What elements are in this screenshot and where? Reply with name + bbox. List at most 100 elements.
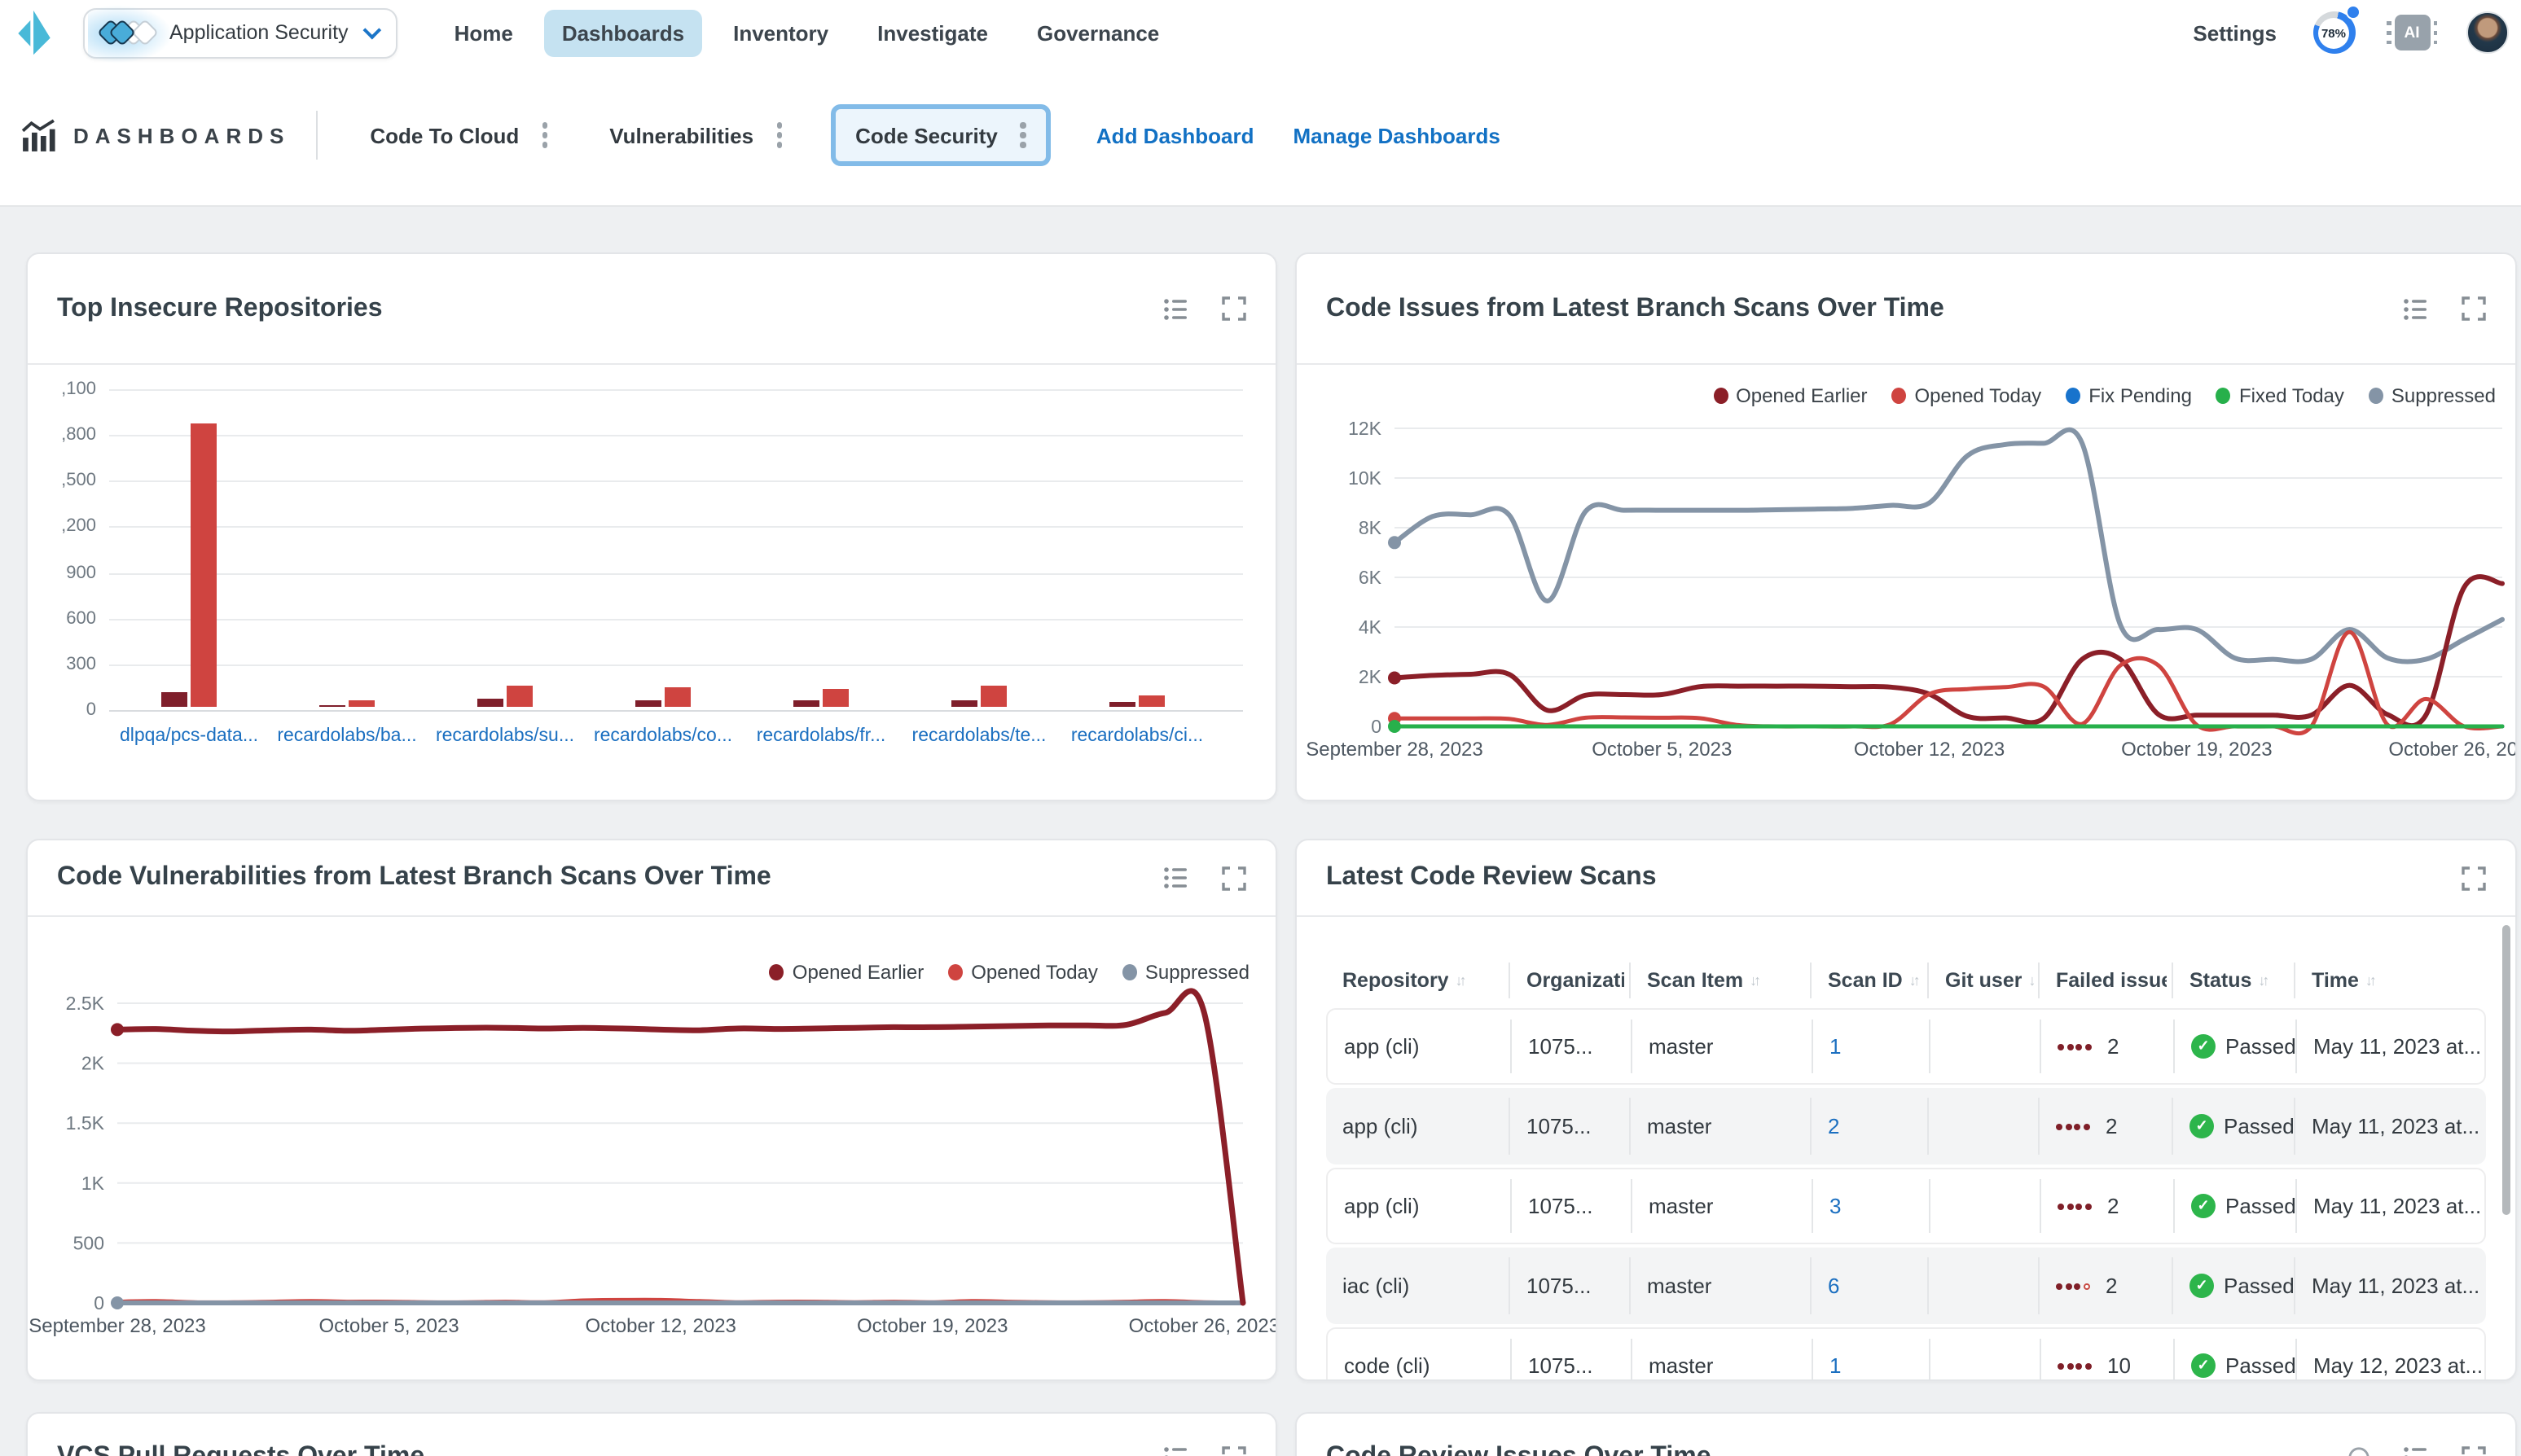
bar[interactable]: [951, 701, 977, 708]
repository-link[interactable]: recardolabs/fr...: [733, 726, 909, 746]
cell-status: ✓Passed: [2173, 1248, 2295, 1324]
bar[interactable]: [981, 686, 1007, 707]
table-row[interactable]: code (cli)1075...master110✓PassedMay 12,…: [1326, 1327, 2486, 1381]
bar[interactable]: [635, 700, 661, 707]
scan-id-link[interactable]: 2: [1828, 1114, 1839, 1138]
table-scrollbar[interactable]: [2502, 925, 2510, 1215]
column-header-organization[interactable]: Organization: [1510, 953, 1631, 1008]
cell-time: May 11, 2023 at...: [2297, 1010, 2491, 1083]
repository-link[interactable]: recardolabs/co...: [575, 726, 751, 746]
bar[interactable]: [319, 704, 345, 707]
nav-item-governance[interactable]: Governance: [1019, 9, 1177, 56]
app-module-selector[interactable]: Application Security: [83, 7, 397, 58]
add-dashboard-link[interactable]: Add Dashboard: [1096, 123, 1254, 147]
svg-text:500: 500: [73, 1232, 104, 1253]
bar[interactable]: [665, 687, 691, 707]
ai-assistant-icon[interactable]: AI: [2394, 15, 2430, 50]
repository-link[interactable]: dlpqa/pcs-data...: [101, 726, 277, 746]
bar[interactable]: [1109, 702, 1135, 707]
passed-check-icon: ✓: [2189, 1274, 2214, 1298]
table-row[interactable]: app (cli)1075...master32✓PassedMay 11, 2…: [1326, 1168, 2486, 1244]
repository-link[interactable]: recardolabs/ba...: [259, 726, 435, 746]
column-header-repository[interactable]: Repository↓↑: [1326, 953, 1510, 1008]
prisma-cloud-logo-icon[interactable]: [15, 8, 54, 57]
bar[interactable]: [161, 691, 187, 707]
repository-link[interactable]: recardolabs/ci...: [1049, 726, 1225, 746]
scan-id-link[interactable]: 1: [1829, 1353, 1841, 1378]
column-header-scan-id[interactable]: Scan ID↓↑: [1812, 953, 1929, 1008]
sort-icon: ↓↑: [2258, 972, 2266, 989]
cell-organization: 1075...: [1512, 1010, 1632, 1083]
module-diamonds-icon: [101, 23, 147, 42]
bar[interactable]: [1139, 696, 1165, 707]
scan-id-link[interactable]: 6: [1828, 1274, 1839, 1298]
column-header-failed-issues[interactable]: Failed issues: [2040, 953, 2173, 1008]
cell-git-user: [1930, 1329, 2041, 1381]
scan-id-link[interactable]: 1: [1829, 1034, 1841, 1059]
column-header-scan-item[interactable]: Scan Item↓↑: [1631, 953, 1812, 1008]
y-axis-tick: 900: [31, 563, 96, 582]
panel-title: Code Vulnerabilities from Latest Branch …: [57, 863, 771, 892]
user-avatar[interactable]: [2466, 11, 2508, 54]
repository-link[interactable]: recardolabs/su...: [417, 726, 593, 746]
kebab-menu-icon[interactable]: [532, 120, 557, 151]
column-header-time[interactable]: Time↓↑: [2295, 953, 2489, 1008]
cell-status: ✓Passed: [2175, 1329, 2297, 1381]
expand-icon[interactable]: [1222, 296, 1246, 321]
bar[interactable]: [507, 686, 533, 707]
repository-link[interactable]: recardolabs/te...: [891, 726, 1067, 746]
column-header-status[interactable]: Status↓↑: [2173, 953, 2295, 1008]
cell-repository: app (cli): [1328, 1169, 1512, 1243]
view-list-icon[interactable]: [1163, 296, 1189, 322]
bar[interactable]: [793, 700, 819, 707]
dashboard-tab-code-to-cloud[interactable]: Code To Cloud: [350, 107, 567, 164]
progress-ring[interactable]: 78%: [2312, 11, 2355, 54]
y-axis-tick: 300: [31, 655, 96, 674]
refresh-circle-icon[interactable]: [2348, 1446, 2370, 1456]
table-row[interactable]: iac (cli)1075...master62✓PassedMay 11, 2…: [1326, 1248, 2486, 1324]
bar[interactable]: [477, 699, 503, 707]
expand-icon[interactable]: [2462, 866, 2486, 890]
cell-scan-id: 1: [1813, 1329, 1930, 1381]
expand-icon[interactable]: [2462, 1445, 2486, 1456]
cell-scan-item: master: [1631, 1088, 1812, 1164]
expand-icon[interactable]: [1222, 1445, 1246, 1456]
nav-item-home[interactable]: Home: [437, 9, 531, 56]
code-vulnerabilities-line-chart: 05001K1.5K2K2.5KSeptember 28, 2023Octobe…: [28, 915, 1277, 1381]
bar[interactable]: [823, 689, 849, 708]
table-row[interactable]: app (cli)1075...master12✓PassedMay 11, 2…: [1326, 1008, 2486, 1085]
topnav-right: Settings 78% AI: [2193, 11, 2508, 54]
scan-id-link[interactable]: 3: [1829, 1194, 1841, 1218]
dashboard-tab-vulnerabilities[interactable]: Vulnerabilities: [590, 107, 802, 164]
sort-icon: ↓↑: [2365, 972, 2374, 989]
expand-icon[interactable]: [2462, 296, 2486, 321]
view-list-icon[interactable]: [1163, 865, 1189, 891]
kebab-menu-icon[interactable]: [766, 120, 792, 151]
y-axis-tick: ,500: [31, 471, 96, 491]
manage-dashboards-link[interactable]: Manage Dashboards: [1293, 123, 1500, 147]
cell-failed-issues: 10: [2041, 1329, 2175, 1381]
passed-check-icon: ✓: [2191, 1194, 2216, 1218]
view-list-icon[interactable]: [1163, 1445, 1189, 1456]
table-row[interactable]: app (cli)1075...master22✓PassedMay 11, 2…: [1326, 1088, 2486, 1164]
cell-scan-item: master: [1632, 1329, 1813, 1381]
column-header-git-user[interactable]: Git user↓: [1929, 953, 2040, 1008]
nav-item-investigate[interactable]: Investigate: [859, 9, 1006, 56]
bar[interactable]: [191, 424, 217, 707]
svg-text:4K: 4K: [1359, 616, 1382, 638]
view-list-icon[interactable]: [2403, 1445, 2429, 1456]
svg-text:6K: 6K: [1359, 567, 1382, 588]
panel-code-review-issues-over-time: Code Review Issues Over Time: [1295, 1412, 2517, 1456]
nav-item-dashboards[interactable]: Dashboards: [544, 9, 702, 56]
settings-button[interactable]: Settings: [2193, 20, 2277, 45]
svg-text:September 28, 2023: September 28, 2023: [29, 1315, 206, 1337]
expand-icon[interactable]: [1222, 866, 1246, 890]
panel-code-issues-over-time: Code Issues from Latest Branch Scans Ove…: [1295, 252, 2517, 801]
kebab-menu-icon[interactable]: [1011, 120, 1036, 151]
divider: [316, 111, 318, 160]
bar[interactable]: [349, 700, 375, 707]
nav-item-inventory[interactable]: Inventory: [715, 9, 846, 56]
dashboard-tab-code-security[interactable]: Code Security: [831, 105, 1051, 166]
svg-text:0: 0: [1371, 716, 1381, 737]
view-list-icon[interactable]: [2403, 296, 2429, 322]
